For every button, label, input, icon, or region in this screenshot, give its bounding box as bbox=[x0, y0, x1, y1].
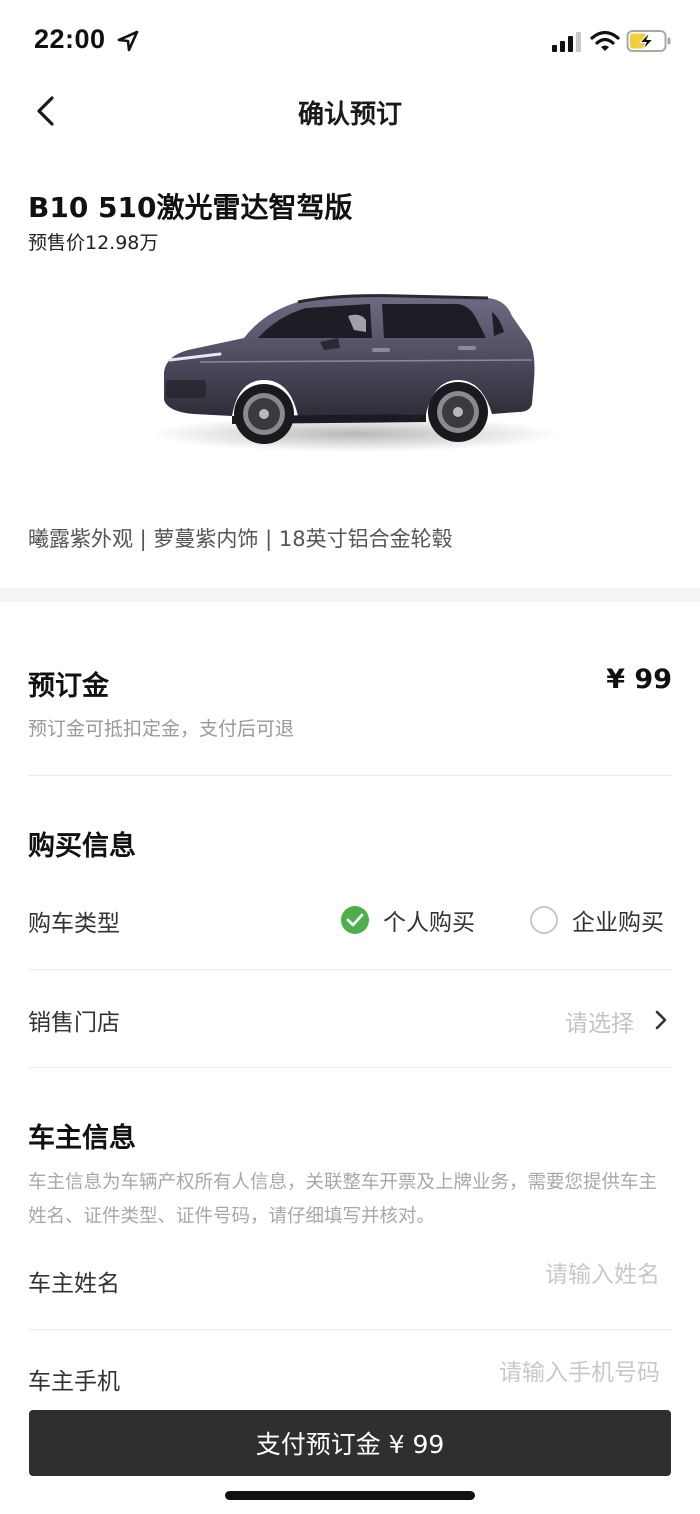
home-indicator bbox=[225, 1491, 475, 1500]
deposit-amount: ¥ 99 bbox=[606, 664, 672, 695]
owner-name-input[interactable] bbox=[360, 1262, 660, 1288]
status-time: 22:00 bbox=[34, 24, 106, 54]
battery-charging-icon bbox=[626, 30, 671, 52]
check-circle-icon bbox=[341, 906, 369, 934]
radio-enterprise-label: 企业购买 bbox=[572, 910, 664, 936]
divider-line bbox=[28, 1067, 672, 1068]
radio-personal[interactable]: 个人购买 bbox=[341, 903, 475, 937]
product-spec: 曦露紫外观 | 萝蔓紫内饰 | 18英寸铝合金轮毂 bbox=[28, 527, 453, 551]
section-divider bbox=[0, 588, 700, 602]
store-label: 销售门店 bbox=[28, 1010, 120, 1036]
deposit-label: 预订金 bbox=[28, 671, 109, 702]
car-image bbox=[150, 294, 560, 452]
divider-line bbox=[28, 775, 672, 776]
divider-line bbox=[28, 969, 672, 970]
owner-info-title: 车主信息 bbox=[28, 1123, 136, 1154]
deposit-note: 预订金可抵扣定金，支付后可退 bbox=[28, 718, 295, 740]
signal-icon bbox=[552, 32, 581, 52]
pay-deposit-button[interactable]: 支付预订金 ¥ 99 bbox=[29, 1410, 671, 1476]
page-title: 确认预订 bbox=[297, 100, 402, 130]
radio-personal-label: 个人购买 bbox=[383, 910, 475, 936]
product-price: 预售价12.98万 bbox=[28, 232, 159, 254]
owner-phone-label: 车主手机 bbox=[28, 1369, 120, 1395]
radio-enterprise[interactable]: 企业购买 bbox=[530, 903, 664, 937]
empty-circle-icon bbox=[530, 906, 558, 934]
owner-phone-input[interactable] bbox=[320, 1360, 660, 1386]
location-arrow-icon bbox=[117, 30, 139, 52]
nav-bar: 确认预订 bbox=[0, 80, 700, 142]
wifi-icon bbox=[590, 30, 620, 51]
divider-line bbox=[28, 1329, 672, 1330]
owner-info-description: 车主信息为车辆产权所有人信息，关联整车开票及上牌业务，需要您提供车主姓名、证件类… bbox=[28, 1172, 658, 1227]
purchase-type-label: 购车类型 bbox=[28, 911, 120, 937]
owner-name-label: 车主姓名 bbox=[28, 1271, 120, 1297]
store-select[interactable]: 请选择 bbox=[565, 1004, 634, 1038]
status-bar: 22:00 bbox=[0, 0, 700, 80]
chevron-right-icon[interactable] bbox=[652, 1008, 670, 1032]
purchase-info-title: 购买信息 bbox=[28, 831, 136, 862]
product-name: B10 510激光雷达智驾版 bbox=[28, 191, 353, 224]
